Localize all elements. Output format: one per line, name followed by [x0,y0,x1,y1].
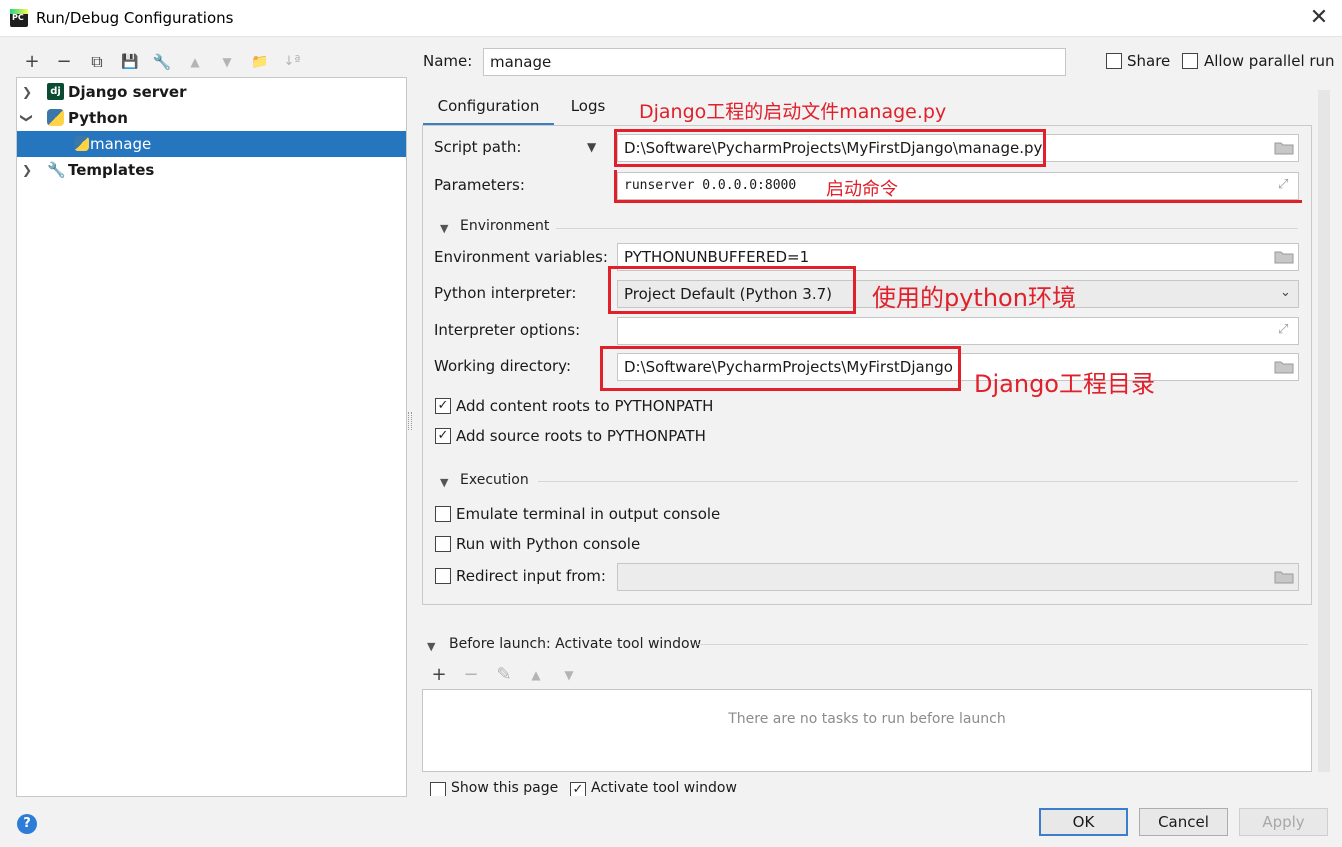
python-interpreter-label: Python interpreter: [434,284,577,302]
redirect-input-field[interactable] [617,563,1299,591]
collapse-triangle-icon[interactable]: ▼ [440,222,448,235]
help-icon[interactable]: ? [17,814,37,834]
collapse-triangle-icon[interactable]: ▼ [440,476,448,489]
tree-item-python[interactable]: ❯ Python [17,105,406,131]
redirect-input-label: Redirect input from: [456,567,606,585]
save-configuration-icon[interactable]: 💾 [118,50,142,74]
move-up-icon[interactable]: ▲ [183,50,207,74]
run-with-python-console-checkbox[interactable] [435,536,451,552]
edit-task-icon[interactable]: ✎ [492,663,516,687]
before-launch-task-list[interactable] [422,689,1312,772]
remove-task-icon[interactable]: − [459,663,483,687]
allow-parallel-run-label: Allow parallel run [1204,52,1335,70]
sort-icon[interactable]: ↓ª [280,50,304,74]
name-input[interactable]: manage [483,48,1066,76]
app-icon-text: PC [12,13,24,22]
before-launch-title: Before launch: Activate tool window [449,636,702,652]
activate-tool-window-checkbox[interactable]: ✓ [570,782,586,796]
emulate-terminal-label: Emulate terminal in output console [456,505,721,523]
tab-logs[interactable]: Logs [560,91,616,126]
splitter-handle[interactable] [408,412,412,430]
tree-item-manage[interactable]: manage [17,131,406,157]
tree-item-django-server[interactable]: ❯ dj Django server [17,79,406,105]
redirect-input-checkbox[interactable] [435,568,451,584]
parameters-label: Parameters: [434,176,525,194]
section-divider [556,228,1298,229]
cancel-button[interactable]: Cancel [1139,808,1228,836]
name-label: Name: [423,52,473,70]
emulate-terminal-checkbox[interactable] [435,506,451,522]
environment-variables-label: Environment variables: [434,248,608,266]
configuration-tree[interactable]: ❯ dj Django server ❯ Python manage ❯ 🔧 T… [16,77,407,797]
python-icon [74,136,89,151]
collapse-triangle-icon[interactable]: ▼ [427,640,435,653]
folder-icon[interactable] [1274,360,1294,374]
django-icon: dj [47,83,64,100]
interpreter-options-label: Interpreter options: [434,321,581,339]
footer-options: Show this page ✓ Activate tool window [422,778,1312,796]
chevron-down-icon[interactable]: ❯ [14,111,40,125]
chevron-right-icon[interactable]: ❯ [20,79,34,105]
environment-section-title: Environment [460,218,550,234]
annotation-box-working-directory [600,346,961,391]
create-folder-icon[interactable]: 📁 [248,50,272,74]
move-down-icon[interactable]: ▼ [557,663,581,687]
add-source-roots-label: Add source roots to PYTHONPATH [456,427,706,445]
annotation-interpreter: 使用的python环境 [872,284,1076,312]
apply-button[interactable]: Apply [1239,808,1328,836]
tree-item-label: Django server [68,83,187,101]
tree-item-label: manage [90,135,152,153]
close-icon[interactable]: ✕ [1306,5,1332,31]
pycharm-app-icon: PC [10,9,28,27]
window-title: Run/Debug Configurations [36,9,234,27]
interpreter-options-input[interactable] [617,317,1299,345]
ok-button[interactable]: OK [1039,808,1128,836]
wrench-icon: 🔧 [47,161,66,179]
copy-configuration-icon[interactable]: ⧉ [85,50,109,74]
expand-icon[interactable]: ⤢ [1278,322,1288,337]
add-content-roots-label: Add content roots to PYTHONPATH [456,397,714,415]
show-this-page-checkbox[interactable] [430,782,446,796]
share-label: Share [1127,52,1171,70]
annotation-params: 启动命令 [826,179,898,200]
remove-configuration-icon[interactable]: − [52,50,76,74]
tree-item-label: Python [68,109,128,127]
tree-item-label: Templates [68,161,155,179]
script-type-dropdown-icon[interactable]: ▼ [587,140,596,154]
annotation-box-script-path [614,129,1046,167]
move-up-icon[interactable]: ▲ [524,663,548,687]
edit-defaults-icon[interactable]: 🔧 [150,50,174,74]
annotation-box-interpreter [608,266,856,314]
add-task-icon[interactable]: + [427,663,451,687]
add-configuration-icon[interactable]: + [20,50,44,74]
script-path-label: Script path: [434,138,522,156]
vertical-scrollbar[interactable] [1318,90,1330,772]
move-down-icon[interactable]: ▼ [215,50,239,74]
allow-parallel-run-checkbox[interactable] [1182,53,1198,69]
annotation-script: Django工程的启动文件manage.py [639,101,947,123]
section-divider [698,644,1308,645]
show-this-page-label: Show this page [451,780,559,796]
no-tasks-message: There are no tasks to run before launch [728,711,1006,727]
execution-section-title: Execution [460,472,529,488]
folder-icon[interactable] [1274,250,1294,264]
folder-icon[interactable] [1274,570,1294,584]
chevron-right-icon[interactable]: ❯ [20,157,34,183]
run-with-python-console-label: Run with Python console [456,535,641,553]
share-checkbox[interactable] [1106,53,1122,69]
tree-item-templates[interactable]: ❯ 🔧 Templates [17,157,406,183]
activate-tool-window-label: Activate tool window [591,780,737,796]
section-divider [538,481,1298,482]
tab-configuration[interactable]: Configuration [423,91,554,126]
add-content-roots-checkbox[interactable]: ✓ [435,398,451,414]
chevron-down-icon[interactable]: ⌄ [1280,285,1291,300]
folder-icon[interactable] [1274,141,1294,155]
add-source-roots-checkbox[interactable]: ✓ [435,428,451,444]
working-directory-label: Working directory: [434,357,572,375]
annotation-box-parameters [614,170,1302,203]
python-icon [47,109,64,126]
annotation-workdir: Django工程目录 [974,370,1155,398]
